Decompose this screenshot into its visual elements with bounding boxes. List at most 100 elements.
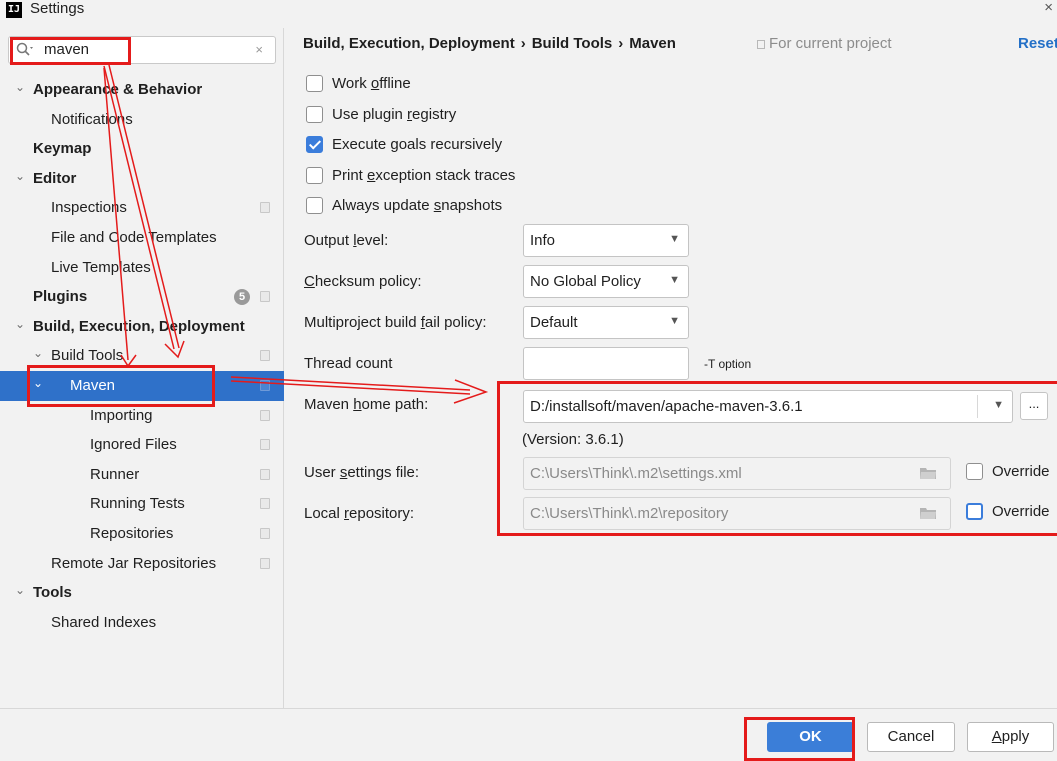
title-bar: IJ Settings ×: [0, 0, 1057, 20]
sidebar-item-inspections[interactable]: Inspections: [0, 193, 284, 223]
sidebar-item-keymap[interactable]: Keymap: [0, 134, 284, 164]
settings-search-input[interactable]: maven ×: [8, 36, 276, 64]
local-repository-value: C:\Users\Think\.m2\repository: [530, 505, 729, 522]
sidebar-item-label: Plugins: [33, 288, 88, 306]
fail-policy-label: Multiproject build fail policy:: [304, 314, 487, 331]
checkbox-label: Print exception stack traces: [332, 166, 516, 184]
sidebar-item-running-tests[interactable]: Running Tests: [0, 489, 284, 519]
breadcrumb-separator: ›: [618, 35, 624, 52]
checkbox-box[interactable]: [306, 105, 323, 123]
checkbox-label: Use plugin registry: [332, 105, 457, 123]
maven-version-text: (Version: 3.6.1): [522, 431, 624, 448]
browse-maven-home-button[interactable]: ...: [1020, 392, 1048, 420]
settings-tree: ⌄ Appearance & Behavior Notifications Keyma…: [0, 75, 284, 637]
fail-policy-dropdown[interactable]: Default ▼: [523, 306, 689, 339]
clear-search-icon[interactable]: ×: [255, 42, 263, 58]
ok-button[interactable]: OK: [767, 722, 854, 752]
sidebar-item-label: Repositories: [90, 524, 174, 542]
checkbox-box-checked[interactable]: [306, 135, 323, 153]
checkbox-label: Always update snapshots: [332, 196, 503, 214]
chevron-down-icon: ▼: [669, 274, 680, 286]
work-offline-checkbox[interactable]: Work offline: [306, 73, 411, 93]
chevron-down-icon[interactable]: ⌄: [32, 341, 44, 365]
breadcrumb-build-tools[interactable]: Build Tools: [532, 35, 613, 52]
settings-sidebar: maven × ⌄ Appearance & Behavior Notificati…: [0, 28, 284, 708]
checkbox-box[interactable]: [306, 166, 323, 184]
apply-button[interactable]: Apply: [967, 722, 1054, 752]
sidebar-item-live-templates[interactable]: Live Templates: [0, 253, 284, 283]
sidebar-item-file-and-code-templates[interactable]: File and Code Templates: [0, 223, 284, 253]
chevron-down-icon[interactable]: ⌄: [14, 578, 26, 602]
checkbox-box[interactable]: [966, 502, 983, 520]
project-scope-icon: [260, 439, 270, 451]
sidebar-item-label: Notifications: [51, 110, 133, 128]
sidebar-item-notifications[interactable]: Notifications: [0, 105, 284, 135]
sidebar-item-runner[interactable]: Runner: [0, 460, 284, 490]
window-title: Settings: [30, 0, 85, 17]
sidebar-item-ignored-files[interactable]: Ignored Files: [0, 430, 284, 460]
sidebar-item-label: Importing: [90, 406, 153, 424]
folder-icon[interactable]: [920, 507, 936, 519]
sidebar-item-tools[interactable]: ⌄ Tools: [0, 578, 284, 608]
checkbox-box[interactable]: [306, 196, 323, 214]
sidebar-item-remote-jar-repositories[interactable]: Remote Jar Repositories: [0, 549, 284, 579]
chevron-down-icon: ▼: [993, 399, 1004, 411]
sidebar-item-label: Appearance & Behavior: [33, 81, 203, 98]
sidebar-item-editor[interactable]: ⌄ Editor: [0, 164, 284, 194]
thread-count-input[interactable]: [523, 347, 689, 380]
output-level-label: Output level:: [304, 232, 389, 249]
chevron-down-icon: ▼: [669, 315, 680, 327]
override-local-repository-checkbox[interactable]: Override: [966, 501, 1050, 521]
search-icon: [16, 42, 33, 56]
sidebar-item-shared-indexes[interactable]: Shared Indexes: [0, 608, 284, 638]
thread-count-note: -T option: [704, 357, 752, 371]
user-settings-file-value: C:\Users\Think\.m2\settings.xml: [530, 465, 742, 482]
divider: [977, 395, 978, 418]
project-scope-icon: [260, 409, 270, 421]
use-plugin-registry-checkbox[interactable]: Use plugin registry: [306, 104, 456, 124]
always-update-snapshots-checkbox[interactable]: Always update snapshots: [306, 195, 502, 215]
reset-link[interactable]: Reset: [1018, 34, 1057, 54]
execute-goals-recursively-checkbox[interactable]: Execute goals recursively: [306, 134, 502, 154]
sidebar-item-build-tools[interactable]: ⌄ Build Tools: [0, 341, 284, 371]
chevron-down-icon[interactable]: ⌄: [14, 75, 26, 99]
local-repository-input[interactable]: C:\Users\Think\.m2\repository: [523, 497, 951, 530]
sidebar-item-appearance-behavior[interactable]: ⌄ Appearance & Behavior: [0, 75, 284, 105]
checkbox-box[interactable]: [966, 462, 983, 480]
checksum-policy-dropdown[interactable]: No Global Policy ▼: [523, 265, 689, 298]
sidebar-item-label: Running Tests: [90, 495, 185, 513]
breadcrumb-build-execution[interactable]: Build, Execution, Deployment: [303, 35, 515, 52]
maven-home-path-dropdown[interactable]: D:/installsoft/maven/apache-maven-3.6.1 …: [523, 390, 1013, 423]
breadcrumb-separator: ›: [520, 35, 526, 52]
output-level-dropdown[interactable]: Info ▼: [523, 224, 689, 257]
close-icon[interactable]: ×: [1044, 0, 1053, 17]
sidebar-item-label: Maven: [70, 376, 116, 394]
sidebar-item-maven[interactable]: ⌄ Maven: [0, 370, 284, 401]
chevron-down-icon[interactable]: ⌄: [14, 312, 26, 336]
chevron-down-icon[interactable]: ⌄: [14, 164, 26, 188]
sidebar-item-label: Shared Indexes: [51, 613, 157, 631]
project-scope-icon: [260, 379, 270, 391]
user-settings-file-input[interactable]: C:\Users\Think\.m2\settings.xml: [523, 457, 951, 490]
sidebar-item-label: File and Code Templates: [51, 228, 217, 246]
override-user-settings-checkbox[interactable]: Override: [966, 461, 1050, 481]
print-exception-stack-traces-checkbox[interactable]: Print exception stack traces: [306, 165, 515, 185]
chevron-down-icon: ▼: [669, 233, 680, 245]
search-value: maven: [44, 41, 90, 58]
cancel-button[interactable]: Cancel: [867, 722, 955, 752]
sidebar-item-plugins[interactable]: Plugins 5: [0, 282, 284, 312]
sidebar-item-label: Inspections: [51, 199, 127, 217]
chevron-down-icon[interactable]: ⌄: [32, 371, 44, 395]
sidebar-item-label: Build, Execution, Deployment: [33, 317, 245, 335]
sidebar-item-repositories[interactable]: Repositories: [0, 519, 284, 549]
folder-icon[interactable]: [920, 467, 936, 479]
intellij-icon: IJ: [6, 2, 22, 18]
sidebar-item-label: Runner: [90, 465, 140, 483]
override-label: Override: [992, 502, 1050, 520]
local-repository-label: Local repository:: [304, 505, 415, 522]
checksum-policy-label: Checksum policy:: [304, 273, 422, 290]
maven-home-path-value: D:/installsoft/maven/apache-maven-3.6.1: [530, 398, 803, 415]
checkbox-box[interactable]: [306, 74, 323, 92]
sidebar-item-importing[interactable]: Importing: [0, 401, 284, 431]
sidebar-item-build-execution-deployment[interactable]: ⌄ Build, Execution, Deployment: [0, 312, 284, 342]
